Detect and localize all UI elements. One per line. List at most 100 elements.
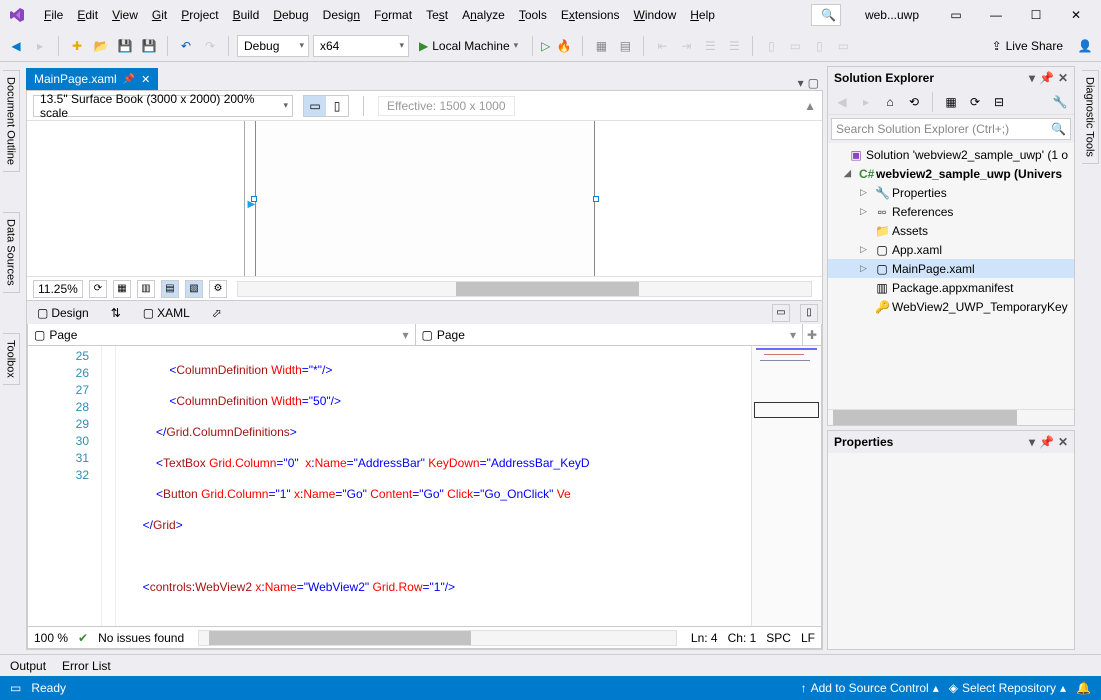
tree-item-manifest[interactable]: ▥Package.appxmanifest [828, 278, 1074, 297]
menu-tools[interactable]: Tools [513, 4, 553, 26]
tb-icon-4[interactable]: ⇥ [676, 36, 696, 56]
close-tab-icon[interactable]: ✕ [141, 73, 150, 86]
code-minimap[interactable] [751, 346, 821, 626]
tab-diagnostic-tools[interactable]: Diagnostic Tools [1082, 70, 1099, 164]
config-combo[interactable]: Debug [237, 35, 309, 57]
save-icon[interactable]: 💾 [115, 36, 135, 56]
tree-item-properties[interactable]: ▷🔧Properties [828, 183, 1074, 202]
snap-lines-icon[interactable]: ▤ [161, 280, 179, 298]
tab-toolbox[interactable]: Toolbox [3, 333, 20, 385]
panel-close-icon[interactable]: ✕ [1058, 435, 1068, 449]
code-nav-right[interactable]: ▢ Page▾ [416, 324, 804, 345]
panel-close-icon[interactable]: ✕ [1058, 71, 1068, 85]
feedback-icon[interactable]: 👤 [1075, 36, 1095, 56]
menu-build[interactable]: Build [227, 4, 266, 26]
search-box[interactable]: 🔍 [811, 4, 841, 26]
tab-overflow-icon[interactable]: ▾ [798, 76, 804, 90]
sol-refresh-icon[interactable]: ⟳ [965, 92, 985, 112]
save-all-icon[interactable]: 💾 [139, 36, 159, 56]
tree-item-key[interactable]: 🔑WebView2_UWP_TemporaryKey [828, 297, 1074, 316]
solution-search[interactable]: Search Solution Explorer (Ctrl+;) 🔍 [831, 118, 1071, 140]
live-share-button[interactable]: ⇪ Live Share [984, 39, 1071, 53]
hot-reload-icon[interactable]: 🔥 [554, 36, 574, 56]
tb-icon-9[interactable]: ▯ [809, 36, 829, 56]
close-button[interactable]: ✕ [1059, 3, 1093, 27]
menu-git[interactable]: Git [146, 4, 173, 26]
minimap-viewport[interactable] [754, 402, 819, 418]
sol-sync-icon[interactable]: ⟲ [904, 92, 924, 112]
sol-fwd-icon[interactable]: ▸ [856, 92, 876, 112]
code-nav-left[interactable]: ▢ Page▾ [28, 324, 416, 345]
artboard[interactable]: ▶ ▶ [255, 121, 595, 276]
sol-hscroll[interactable] [828, 409, 1074, 425]
redo-icon[interactable]: ↷ [200, 36, 220, 56]
play-no-debug-icon[interactable]: ▷ [541, 39, 550, 53]
snap-icon[interactable]: ▥ [137, 280, 155, 298]
minimize-button[interactable]: — [979, 3, 1013, 27]
code-editor[interactable]: 2526272829303132 <ColumnDefinition Width… [27, 346, 822, 627]
tab-error-list[interactable]: Error List [62, 659, 111, 673]
tb-icon-8[interactable]: ▭ [785, 36, 805, 56]
platform-combo[interactable]: x64 [313, 35, 409, 57]
h-scrollbar-designer[interactable] [237, 281, 812, 297]
swap-panes-icon[interactable]: ⇅ [105, 304, 127, 322]
tab-data-sources[interactable]: Data Sources [3, 212, 20, 293]
tree-project[interactable]: ◢C#webview2_sample_uwp (Univers [828, 164, 1074, 183]
status-bell-icon[interactable]: 🔔 [1076, 681, 1091, 695]
panel-menu-icon[interactable]: ▾ [1029, 435, 1035, 449]
code-zoom[interactable]: 100 % [34, 631, 68, 645]
refresh-icon[interactable]: ⟳ [89, 280, 107, 298]
orientation-landscape[interactable]: ▭ [304, 96, 326, 116]
menu-file[interactable]: File [38, 4, 69, 26]
code-content[interactable]: <ColumnDefinition Width="*"/> <ColumnDef… [116, 346, 751, 626]
sol-show-all-icon[interactable]: ▦ [941, 92, 961, 112]
tb-icon-10[interactable]: ▭ [833, 36, 853, 56]
split-v-icon[interactable]: ▯ [800, 304, 818, 322]
tab-window-icon[interactable]: ▢ [808, 76, 819, 90]
tb-icon-2[interactable]: ▤ [615, 36, 635, 56]
zoom-combo[interactable]: 11.25% [33, 280, 83, 298]
tb-icon-1[interactable]: ▦ [591, 36, 611, 56]
h-scrollbar-code[interactable] [198, 630, 677, 646]
tree-item-appxaml[interactable]: ▷▢App.xaml [828, 240, 1074, 259]
grid-icon[interactable]: ▦ [113, 280, 131, 298]
sol-back-icon[interactable]: ◀ [832, 92, 852, 112]
panel-pin-icon[interactable]: 📌 [1039, 435, 1054, 449]
nav-fwd-icon[interactable]: ▸ [30, 36, 50, 56]
maximize-button[interactable]: ☐ [1019, 3, 1053, 27]
ch-label[interactable]: Ch: 1 [728, 631, 757, 645]
nav-back-icon[interactable]: ◀ [6, 36, 26, 56]
menu-analyze[interactable]: Analyze [456, 4, 511, 26]
design-canvas[interactable]: ▶ ▶ [27, 121, 822, 276]
tree-item-references[interactable]: ▷▫▫References [828, 202, 1074, 221]
open-icon[interactable]: 📂 [91, 36, 111, 56]
split-editor-icon[interactable]: ✚ [803, 324, 821, 345]
popout-icon[interactable]: ⬀ [206, 304, 228, 322]
menu-test[interactable]: Test [420, 4, 454, 26]
lf-label[interactable]: LF [801, 631, 815, 645]
menu-design[interactable]: Design [317, 4, 366, 26]
device-combo[interactable]: 13.5" Surface Book (3000 x 2000) 200% sc… [33, 95, 293, 117]
status-source-control[interactable]: ↑ Add to Source Control ▴ [801, 681, 939, 695]
tb-icon-6[interactable]: ☰ [724, 36, 744, 56]
sol-props-icon[interactable]: 🔧 [1050, 92, 1070, 112]
new-item-icon[interactable]: ✚ [67, 36, 87, 56]
menu-format[interactable]: Format [368, 4, 418, 26]
vscroll-up-icon[interactable]: ▲ [804, 99, 816, 113]
tab-document-outline[interactable]: Document Outline [3, 70, 20, 172]
ln-label[interactable]: Ln: 4 [691, 631, 718, 645]
issues-label[interactable]: No issues found [98, 631, 184, 645]
tb-icon-7[interactable]: ▯ [761, 36, 781, 56]
sol-collapse-icon[interactable]: ⊟ [989, 92, 1009, 112]
menu-debug[interactable]: Debug [267, 4, 314, 26]
document-tab-mainpage[interactable]: MainPage.xaml 📌 ✕ [26, 68, 158, 90]
menu-view[interactable]: View [106, 4, 144, 26]
spc-label[interactable]: SPC [766, 631, 791, 645]
settings-icon[interactable]: ⚙ [209, 280, 227, 298]
status-select-repo[interactable]: ◈ Select Repository ▴ [949, 681, 1066, 695]
tb-icon-5[interactable]: ☰ [700, 36, 720, 56]
tree-solution[interactable]: ▣Solution 'webview2_sample_uwp' (1 o [828, 145, 1074, 164]
tab-xaml[interactable]: ▢ XAML [137, 304, 196, 322]
sol-home-icon[interactable]: ⌂ [880, 92, 900, 112]
panel-menu-icon[interactable]: ▾ [1029, 71, 1035, 85]
